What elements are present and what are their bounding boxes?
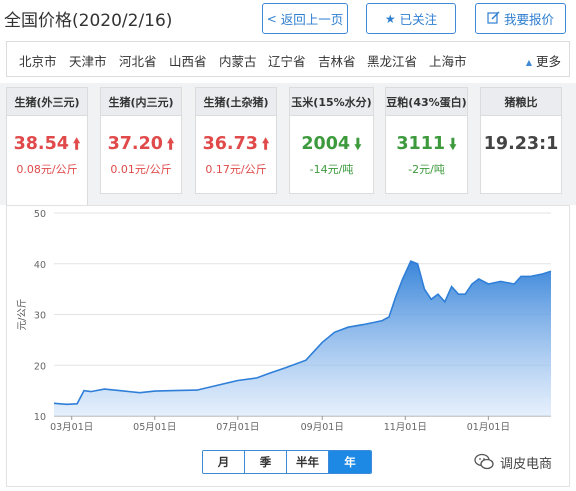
- price-card-pig-external[interactable]: 生猪(外三元) 38.54 🠙 0.08元/公斤: [6, 87, 88, 207]
- follow-button-label: 已关注: [399, 12, 438, 27]
- triangle-up-icon: ▲: [525, 58, 532, 67]
- y-tick-label: 40: [34, 260, 46, 271]
- price-card-soymeal[interactable]: 豆粕(43%蛋白) 3111 🠛 -2元/吨: [385, 87, 468, 194]
- wechat-logo-icon: [474, 453, 494, 470]
- arrow-up-icon: 🠙: [72, 135, 81, 153]
- card-value: 36.73 🠙: [202, 134, 270, 154]
- range-quarter[interactable]: 季: [245, 451, 287, 473]
- follow-button[interactable]: ★ 已关注: [366, 3, 456, 34]
- price-card-pig-grain-ratio[interactable]: 猪粮比 19.23:1: [480, 87, 562, 194]
- report-price-button-label: 我要报价: [503, 12, 554, 27]
- region-hebei[interactable]: 河北省: [119, 51, 157, 70]
- y-tick-label: 50: [34, 209, 46, 220]
- card-change: -2元/吨: [408, 163, 445, 176]
- card-change: 0.17元/公斤: [205, 163, 267, 176]
- star-icon: ★: [384, 11, 396, 26]
- series-area: [54, 261, 551, 416]
- region-shanxi[interactable]: 山西省: [169, 51, 207, 70]
- y-axis-label: 元/公斤: [17, 299, 28, 331]
- price-chart-svg: 10 20 30 40 50 元/公斤 03月01日 05月01日 07月01日 09月01日 11…: [17, 209, 552, 433]
- card-value: 37.20 🠙: [107, 134, 175, 154]
- arrow-down-icon: 🠛: [354, 135, 362, 153]
- arrow-up-icon: 🠙: [261, 135, 270, 153]
- card-title: 生猪(外三元): [7, 88, 87, 116]
- region-liaoning[interactable]: 辽宁省: [268, 51, 306, 70]
- range-year[interactable]: 年: [329, 451, 371, 473]
- price-card-corn[interactable]: 玉米(15%水分) 2004 🠛 -14元/吨: [289, 87, 374, 194]
- card-title: 猪粮比: [481, 88, 561, 116]
- card-value: 38.54 🠙: [13, 134, 81, 154]
- card-title: 生猪(内三元): [101, 88, 181, 116]
- y-tick-label: 10: [34, 412, 46, 423]
- watermark-text: 调皮电商: [500, 456, 553, 472]
- price-card-pig-internal[interactable]: 生猪(内三元) 37.20 🠙 0.01元/公斤: [100, 87, 182, 194]
- arrow-up-icon: 🠙: [166, 135, 175, 153]
- region-heilongjiang[interactable]: 黑龙江省: [367, 51, 417, 70]
- back-button[interactable]: < 返回上一页: [262, 3, 348, 34]
- report-price-button[interactable]: 我要报价: [475, 3, 566, 34]
- y-tick-label: 30: [34, 311, 46, 322]
- header: 全国价格(2020/2/16) < 返回上一页 ★ 已关注 我要报价: [0, 0, 576, 38]
- region-neimenggu[interactable]: 内蒙古: [219, 51, 257, 70]
- watermark: 调皮电商: [474, 452, 552, 472]
- price-chart: 10 20 30 40 50 元/公斤 03月01日 05月01日 07月01日 09月01日 11…: [6, 205, 570, 487]
- card-title: 玉米(15%水分): [290, 88, 373, 116]
- page-title: 全国价格(2020/2/16): [4, 11, 173, 31]
- price-card-pig-native[interactable]: 生猪(土杂猪) 36.73 🠙 0.17元/公斤: [195, 87, 277, 194]
- region-tianjin[interactable]: 天津市: [69, 51, 107, 70]
- edit-icon: [487, 11, 500, 27]
- chevron-left-icon: <: [266, 11, 277, 26]
- card-title: 豆粕(43%蛋白): [386, 88, 467, 116]
- more-regions-button[interactable]: ▲ 更多: [526, 51, 561, 70]
- card-value: 3111 🠛: [396, 134, 457, 154]
- range-month[interactable]: 月: [203, 451, 245, 473]
- x-tick-label: 11月01日: [384, 422, 427, 433]
- card-change: 0.08元/公斤: [16, 163, 78, 176]
- x-tick-label: 09月01日: [301, 422, 344, 433]
- card-value: 19.23:1: [483, 134, 559, 154]
- region-bar: 北京市 天津市 河北省 山西省 内蒙古 辽宁省 吉林省 黑龙江省 上海市 ▲ 更多: [6, 41, 570, 77]
- card-value: 2004 🠛: [301, 134, 362, 154]
- card-change: -14元/吨: [309, 163, 354, 176]
- region-jilin[interactable]: 吉林省: [318, 51, 356, 70]
- card-change: 0.01元/公斤: [110, 163, 172, 176]
- x-tick-label: 01月01日: [467, 422, 510, 433]
- card-title: 生猪(土杂猪): [196, 88, 276, 116]
- x-tick-label: 05月01日: [133, 422, 176, 433]
- range-selector: 月 季 半年 年: [202, 450, 372, 474]
- arrow-down-icon: 🠛: [449, 135, 457, 153]
- x-tick-label: 03月01日: [50, 422, 93, 433]
- y-tick-label: 20: [34, 361, 46, 372]
- region-shanghai[interactable]: 上海市: [429, 51, 467, 70]
- region-beijing[interactable]: 北京市: [19, 51, 57, 70]
- back-button-label: 返回上一页: [280, 12, 344, 27]
- x-tick-label: 07月01日: [216, 422, 259, 433]
- range-half-year[interactable]: 半年: [287, 451, 329, 473]
